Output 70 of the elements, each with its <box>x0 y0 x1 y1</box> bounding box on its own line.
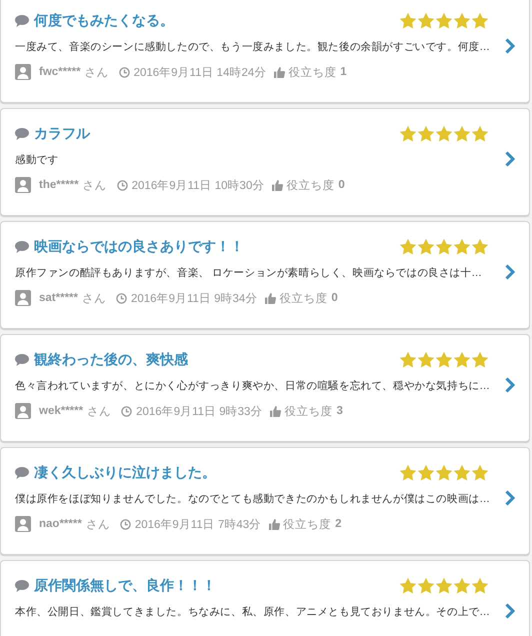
post-date: 2016年9月11日 7時43分 <box>134 518 262 532</box>
helpful-label: 役立ち度 <box>288 65 336 80</box>
review-excerpt: 原作ファンの酷評もありますが、音楽、 ロケーションが素晴らしく、映画ならではの良さは十… <box>15 266 482 281</box>
helpful-count: 0 <box>331 292 338 304</box>
speech-bubble-icon <box>15 580 29 592</box>
honorific: さん <box>82 178 107 192</box>
review-excerpt: 感動です <box>15 153 58 168</box>
speech-bubble-icon <box>15 128 29 140</box>
post-date: 2016年9月11日 9時33分 <box>136 404 262 418</box>
honorific: さん <box>86 518 110 532</box>
helpful-count: 0 <box>338 179 345 191</box>
clock-icon <box>118 66 130 78</box>
chevron-right-icon <box>505 264 515 280</box>
avatar-icon <box>15 177 31 193</box>
helpful-count: 2 <box>335 518 342 530</box>
clock-icon <box>120 518 131 530</box>
clock-icon <box>121 406 132 416</box>
review-excerpt: 一度みて、音楽のシーンに感動したので、もう一度みました。観た後の余韻がすごいです。何度… <box>15 40 490 55</box>
helpful-count: 1 <box>340 66 347 78</box>
username: the***** <box>39 179 79 191</box>
speech-bubble-icon <box>15 467 29 479</box>
chevron-right-icon <box>505 38 515 54</box>
username: nao***** <box>39 518 82 530</box>
clock-icon <box>116 292 127 304</box>
post-date: 2016年9月11日 9時34分 <box>131 292 258 306</box>
helpful-label: 役立ち度 <box>284 404 332 418</box>
avatar-icon <box>15 403 31 419</box>
review-card[interactable]: カラフル 感動です the***** さん 2016年9月11日 10時30分 役立ち度 0 <box>0 108 530 216</box>
review-excerpt: 色々言われていますが、とにかく心がすっきり爽やか、日常の喧騒を忘れて、穏やかな気持ちに… <box>15 379 490 394</box>
honorific: さん <box>84 66 109 80</box>
username: wek***** <box>39 405 84 417</box>
helpful-label: 役立ち度 <box>286 178 334 192</box>
chevron-right-icon <box>505 377 515 393</box>
post-date: 2016年9月11日 14時24分 <box>134 66 266 80</box>
honorific: さん <box>87 404 112 418</box>
review-title[interactable]: 映画ならではの良さありです！！ <box>34 238 244 256</box>
review-card[interactable]: 凄く久しぶりに泣けました。 僕は原作をほぼ知りませんでした。なのでとても感動できたのかもしれませんが僕はこの映画は… nao***** さん 2016年9月11日 7時43分 役立ち度 2 <box>0 447 530 555</box>
clock-icon <box>116 180 128 190</box>
helpful-label: 役立ち度 <box>283 517 332 532</box>
honorific: さん <box>82 292 106 306</box>
avatar-icon <box>15 290 31 306</box>
speech-bubble-icon <box>15 354 29 366</box>
review-title[interactable]: カラフル <box>34 125 90 143</box>
review-excerpt: 本作、公開日、鑑賞してきました。ちなみに、私、原作、アニメとも見ておりません。その上で… <box>15 605 490 620</box>
thumbs-up-icon <box>265 292 276 304</box>
helpful-count: 3 <box>336 405 343 417</box>
username: sat***** <box>39 292 78 304</box>
speech-bubble-icon <box>15 15 29 27</box>
review-card[interactable]: 観終わった後の、爽快感 色々言われていますが、とにかく心がすっきり爽やか、日常の喧騒を忘れて、穏やかな気持ちに… wek***** さん 2016年9月11日 9時33分 役立ち度 3 <box>0 334 530 442</box>
review-title[interactable]: 原作関係無しで、良作！！！ <box>34 577 216 595</box>
thumbs-up-icon <box>270 406 282 416</box>
review-excerpt: 僕は原作をほぼ知りませんでした。なのでとても感動できたのかもしれませんが僕はこの映画は… <box>15 492 490 507</box>
post-date: 2016年9月11日 10時30分 <box>132 178 264 192</box>
username: fwc***** <box>39 66 81 78</box>
avatar-icon <box>15 516 31 532</box>
thumbs-up-icon <box>272 180 284 190</box>
review-title[interactable]: 凄く久しぶりに泣けました。 <box>34 464 216 482</box>
helpful-label: 役立ち度 <box>279 291 328 306</box>
review-title[interactable]: 何度でもみたくなる。 <box>34 12 174 30</box>
review-card[interactable]: 原作関係無しで、良作！！！ 本作、公開日、鑑賞してきました。ちなみに、私、原作、アニメとも見ておりません。その上で… <box>0 560 530 636</box>
thumbs-up-icon <box>274 66 286 78</box>
chevron-right-icon <box>505 490 515 506</box>
review-title[interactable]: 観終わった後の、爽快感 <box>34 351 188 369</box>
speech-bubble-icon <box>15 241 29 253</box>
review-card[interactable]: 映画ならではの良さありです！！ 原作ファンの酷評もありますが、音楽、 ロケーションが素晴らしく、映画ならではの良さは十… sat***** さん 2016年9月11日 9時34分 役立ち度 0 <box>0 221 530 329</box>
thumbs-up-icon <box>269 518 280 530</box>
review-card[interactable]: 何度でもみたくなる。 一度みて、音楽のシーンに感動したので、もう一度みました。観た後の余韻がすごいです。何度… fwc***** さん 2016年9月11日 14時24分 役立ち度 1 <box>0 0 530 103</box>
chevron-right-icon <box>505 151 515 167</box>
chevron-right-icon <box>505 603 515 619</box>
avatar-icon <box>15 64 31 80</box>
